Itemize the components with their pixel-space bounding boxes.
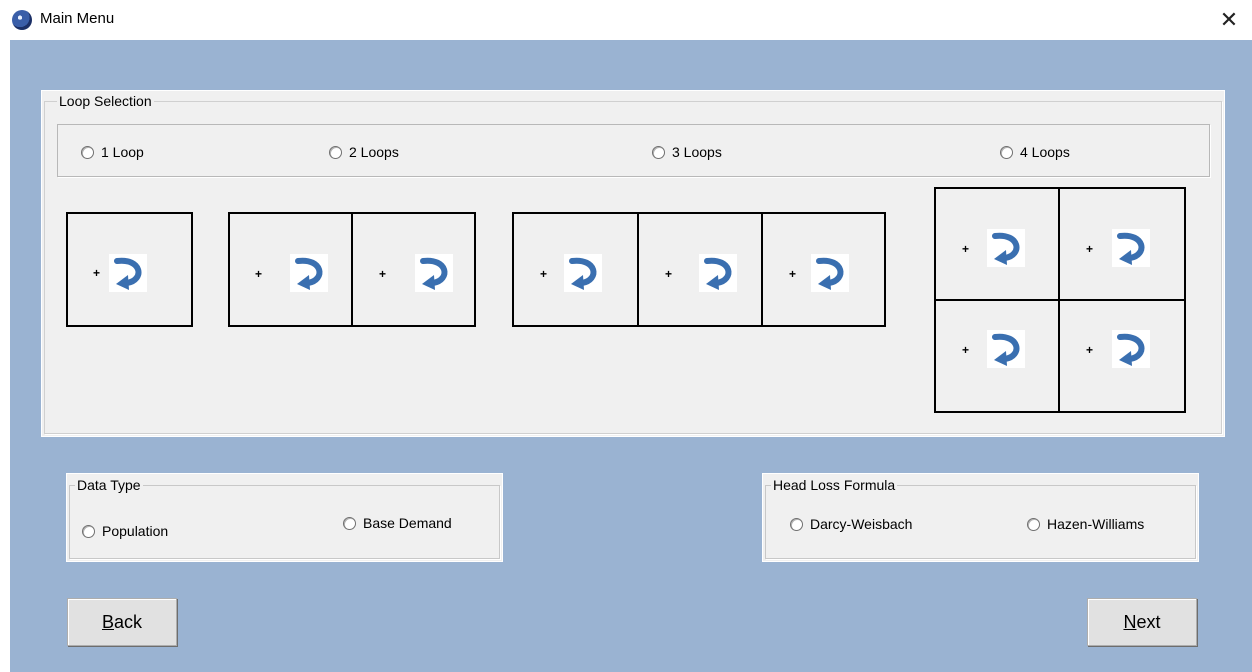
radio-button-icon — [790, 517, 803, 531]
back-mnemonic: B — [101, 611, 114, 632]
curved-arrow-icon — [564, 254, 602, 292]
radio-label: Darcy-Weisbach — [810, 516, 913, 532]
radio-hazen-williams[interactable]: Hazen-Williams — [1027, 516, 1144, 532]
back-button[interactable]: Back — [67, 598, 177, 646]
radio-button-icon — [81, 145, 94, 159]
back-label: ack — [114, 611, 143, 632]
radio-4-loops[interactable]: 4 Loops — [1000, 144, 1070, 160]
radio-darcy-weisbach[interactable]: Darcy-Weisbach — [790, 516, 912, 532]
radio-population[interactable]: Population — [82, 523, 168, 539]
node-plus: + — [93, 266, 101, 280]
curved-arrow-icon — [699, 254, 737, 292]
node-plus: + — [255, 267, 263, 281]
radio-2-loops[interactable]: 2 Loops — [329, 144, 399, 160]
curved-arrow-icon — [109, 254, 147, 292]
diagram-divider — [934, 299, 1186, 301]
radio-button-icon — [82, 524, 95, 538]
curved-arrow-icon — [811, 254, 849, 292]
curved-arrow-icon — [290, 254, 328, 292]
radio-button-icon — [1027, 517, 1040, 531]
loop-selection-panel: Loop Selection 1 Loop 2 Loops 3 Loops 4 … — [41, 90, 1225, 437]
curved-arrow-icon — [1112, 229, 1150, 267]
node-plus: + — [789, 267, 797, 281]
diagram-divider — [351, 212, 353, 327]
radio-1-loop[interactable]: 1 Loop — [81, 144, 144, 160]
globe-icon — [12, 10, 32, 30]
radio-button-icon — [329, 145, 342, 159]
data-type-panel: Data Type Population Base Demand — [66, 473, 503, 562]
radio-label: Base Demand — [363, 515, 452, 531]
window-client-area: Loop Selection 1 Loop 2 Loops 3 Loops 4 … — [10, 40, 1252, 672]
radio-label: 2 Loops — [349, 144, 399, 160]
close-icon: ✕ — [1219, 7, 1239, 32]
radio-base-demand[interactable]: Base Demand — [343, 515, 452, 531]
diagram-divider — [637, 212, 639, 327]
radio-label: 4 Loops — [1020, 144, 1070, 160]
radio-3-loops[interactable]: 3 Loops — [652, 144, 722, 160]
radio-label: 1 Loop — [101, 144, 144, 160]
node-plus: + — [379, 267, 387, 281]
node-plus: + — [1086, 242, 1094, 256]
head-loss-legend: Head Loss Formula — [771, 477, 898, 493]
diagram-divider — [761, 212, 763, 327]
next-button[interactable]: Next — [1087, 598, 1197, 646]
node-plus: + — [962, 242, 970, 256]
radio-button-icon — [652, 145, 665, 159]
next-mnemonic: N — [1123, 611, 1137, 632]
radio-label: 3 Loops — [672, 144, 722, 160]
radio-label: Population — [102, 523, 169, 539]
node-plus: + — [665, 267, 673, 281]
node-plus: + — [962, 343, 970, 357]
loop-selection-legend: Loop Selection — [57, 93, 154, 109]
head-loss-panel: Head Loss Formula Darcy-Weisbach Hazen-W… — [762, 473, 1199, 562]
radio-label: Hazen-Williams — [1047, 516, 1145, 532]
curved-arrow-icon — [1112, 330, 1150, 368]
node-plus: + — [1086, 343, 1094, 357]
radio-button-icon — [1000, 145, 1013, 159]
radio-button-icon — [343, 516, 356, 530]
curved-arrow-icon — [415, 254, 453, 292]
curved-arrow-icon — [987, 229, 1025, 267]
close-button[interactable]: ✕ — [1206, 0, 1252, 40]
title-bar: Main Menu ✕ — [0, 0, 1252, 40]
next-label: ext — [1136, 611, 1161, 632]
window-title: Main Menu — [40, 10, 115, 27]
data-type-legend: Data Type — [75, 477, 143, 493]
node-plus: + — [540, 267, 548, 281]
curved-arrow-icon — [987, 330, 1025, 368]
